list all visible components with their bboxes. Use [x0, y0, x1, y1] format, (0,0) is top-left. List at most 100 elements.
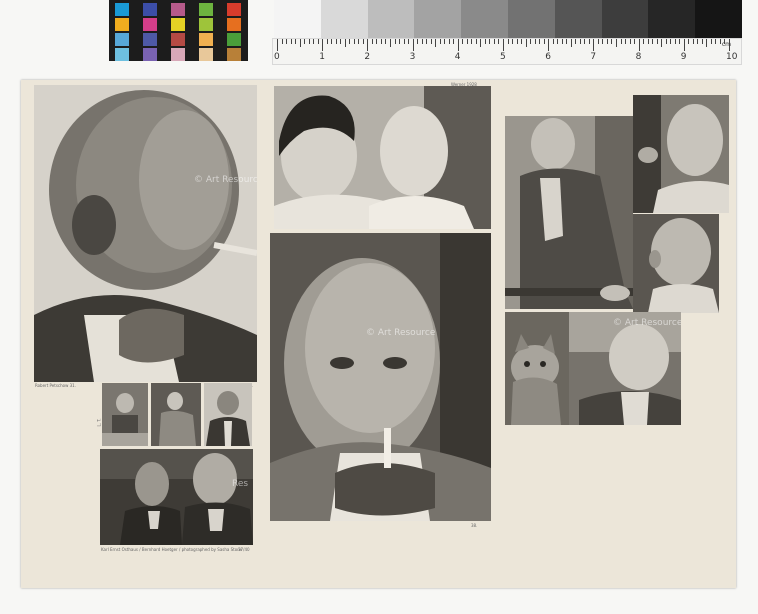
color-swatch — [115, 48, 129, 61]
ruler-number: 1 — [319, 52, 325, 62]
ruler-tick — [453, 39, 455, 44]
ruler-tick — [719, 39, 721, 44]
grey-step — [274, 0, 322, 38]
photo-woman-and-man — [274, 86, 491, 229]
ruler-tick — [638, 39, 640, 51]
photo-contact-3 — [204, 383, 252, 446]
color-swatch — [199, 33, 213, 46]
ruler-tick — [597, 39, 599, 44]
ruler-tick — [629, 39, 631, 44]
caption-bottom-number: 37/40 — [238, 547, 250, 552]
color-swatch — [227, 3, 241, 16]
photo-back-of-head — [633, 214, 719, 313]
ruler-number: 6 — [545, 52, 551, 62]
ruler-tick — [661, 39, 663, 47]
ruler-tick — [611, 39, 613, 44]
ruler-tick — [507, 39, 509, 44]
ruler-tick — [462, 39, 464, 44]
ruler-tick — [277, 39, 278, 51]
ruler-tick — [376, 39, 378, 44]
photo-contact-1 — [102, 383, 148, 446]
ruler-tick — [403, 39, 405, 44]
photo-smiling-man: © Art Resource — [569, 312, 681, 425]
ruler-tick — [656, 39, 658, 44]
color-swatch — [115, 33, 129, 46]
watermark: © Art Resource — [613, 318, 681, 328]
ruler-tick — [697, 39, 699, 44]
ruler-tick — [620, 39, 622, 44]
ruler-tick — [484, 39, 486, 44]
ruler-tick — [521, 39, 523, 44]
grey-step — [461, 0, 509, 38]
ruler-tick — [593, 39, 595, 51]
mounting-board: © Art Resource Robert Petschow 31. 36. W… — [21, 80, 736, 588]
ruler-tick — [304, 39, 306, 44]
ruler-tick — [584, 39, 586, 44]
ruler-tick — [426, 39, 428, 44]
ruler-tick — [575, 39, 577, 44]
ruler-tick — [516, 39, 518, 44]
ruler-tick — [634, 39, 636, 44]
ruler-tick — [417, 39, 419, 44]
caption-bottom: Karl Ernst Osthaus / Bernhard Hoetger / … — [101, 547, 243, 552]
color-swatch — [143, 18, 157, 31]
ruler-tick — [570, 39, 572, 47]
ruler-number: 7 — [590, 52, 597, 62]
ruler-tick — [394, 39, 396, 44]
ruler-tick — [557, 39, 559, 44]
ruler-tick — [335, 39, 337, 44]
color-swatch — [227, 48, 241, 61]
ruler-tick — [674, 39, 676, 44]
color-swatch — [171, 3, 185, 16]
ruler-tick — [489, 39, 491, 44]
ruler-tick — [548, 39, 550, 51]
watermark: © Art Resource — [194, 175, 257, 185]
ruler-tick — [371, 39, 373, 44]
ruler-tick — [367, 39, 369, 51]
ruler-tick — [729, 39, 730, 51]
color-swatch — [227, 18, 241, 31]
ruler-tick — [493, 39, 495, 44]
color-swatch — [199, 18, 213, 31]
ruler-tick — [295, 39, 297, 44]
ruler-tick — [308, 39, 310, 44]
caption-top-right: Werner 1928 — [451, 82, 477, 87]
color-swatch — [171, 18, 185, 31]
color-checker-target — [109, 0, 248, 61]
photo-contact-2 — [151, 383, 201, 446]
color-swatch — [115, 18, 129, 31]
ruler-tick — [281, 39, 283, 44]
grey-step — [648, 0, 696, 38]
photo-two-men-profile: Res — [100, 449, 253, 545]
ruler-tick — [444, 39, 446, 44]
ruler-tick — [457, 39, 459, 51]
color-swatch — [143, 33, 157, 46]
ruler-tick — [643, 39, 645, 44]
ruler-tick — [439, 39, 441, 44]
color-swatch — [199, 3, 213, 16]
ruler-tick — [290, 39, 292, 44]
ruler-tick — [566, 39, 568, 44]
ruler-tick — [647, 39, 649, 44]
ruler-tick — [530, 39, 532, 44]
photo-close-portrait-cigarette: © Art Resource — [270, 233, 491, 521]
ruler-tick — [670, 39, 672, 44]
ruler-tick — [380, 39, 382, 44]
ruler-tick — [579, 39, 581, 44]
ruler-tick — [503, 39, 504, 51]
photo-cat — [505, 312, 569, 425]
ruler-tick — [385, 39, 387, 44]
ruler-tick — [349, 39, 351, 44]
ruler-tick — [606, 39, 608, 44]
ruler-tick — [534, 39, 536, 44]
ruler-tick — [362, 39, 364, 44]
ruler-tick — [408, 39, 410, 44]
ruler-tick — [512, 39, 514, 44]
ruler-tick — [322, 39, 324, 51]
ruler-tick — [692, 39, 694, 44]
color-swatch — [115, 3, 129, 16]
color-swatch — [199, 48, 213, 61]
ruler-tick — [390, 39, 391, 47]
grey-step — [320, 0, 369, 38]
ruler-number: 8 — [635, 52, 642, 62]
